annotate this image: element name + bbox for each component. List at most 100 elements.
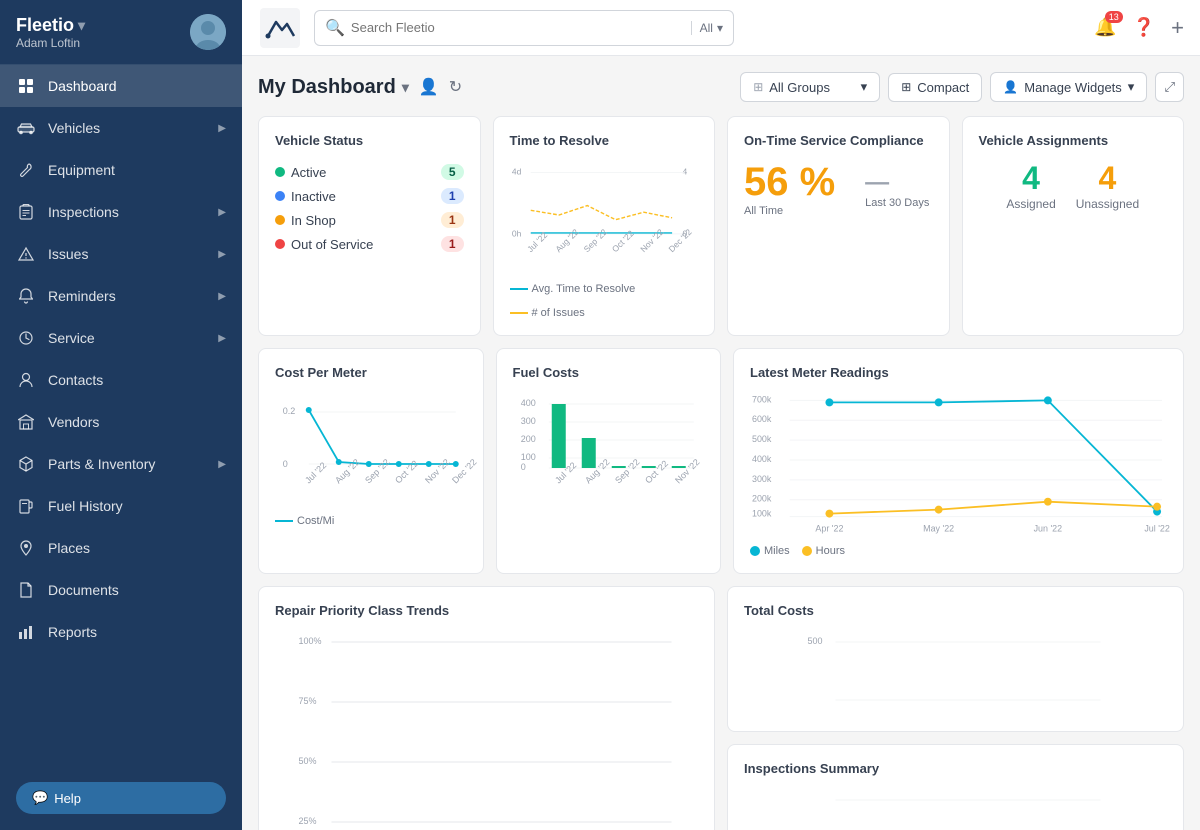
sidebar-item-label: Parts & Inventory (48, 456, 206, 472)
sidebar-item-dashboard[interactable]: Dashboard (0, 65, 242, 107)
time-to-resolve-chart: 4d 0h 4 0 Jul '22 Aug '22 Sep '22 (510, 160, 699, 270)
cost-per-meter-chart: 0.2 0 Jul '22 Aug '22 Sep '22 Oct '22 No… (275, 392, 467, 502)
widget-title: Vehicle Assignments (979, 133, 1168, 148)
fuel-icon (16, 496, 36, 516)
dropdown-arrow-icon[interactable]: ▾ (78, 17, 85, 34)
box-icon (16, 454, 36, 474)
svg-text:Oct '22: Oct '22 (609, 228, 635, 254)
repair-priority-widget: Repair Priority Class Trends 100% 75% 50… (258, 586, 715, 830)
compliance-widget: On-Time Service Compliance 56 % All Time… (727, 116, 950, 336)
sidebar-item-inspections[interactable]: Inspections ▶ (0, 191, 242, 233)
manage-widgets-button[interactable]: 👤 Manage Widgets ▾ (990, 72, 1147, 102)
search-bar[interactable]: 🔍 All ▾ (314, 10, 734, 46)
sidebar-item-label: Equipment (48, 162, 226, 178)
widget-title: Vehicle Status (275, 133, 464, 148)
chevron-down-icon: ▾ (861, 79, 868, 95)
svg-text:May '22: May '22 (923, 523, 954, 533)
person-icon: 👤 (1003, 80, 1018, 94)
bell-icon (16, 286, 36, 306)
inshop-count: 1 (441, 212, 464, 228)
inspections-summary-chart (744, 788, 1167, 830)
svg-text:500: 500 (808, 636, 823, 646)
notification-button[interactable]: 🔔 13 (1094, 17, 1116, 38)
topbar: 🔍 All ▾ 🔔 13 ❓ + (242, 0, 1200, 56)
sidebar-item-reminders[interactable]: Reminders ▶ (0, 275, 242, 317)
svg-text:Nov '22: Nov '22 (673, 457, 701, 485)
user-assign-button[interactable]: 👤 (419, 77, 439, 97)
sidebar-item-equipment[interactable]: Equipment (0, 149, 242, 191)
pin-icon (16, 538, 36, 558)
sidebar-item-service[interactable]: Service ▶ (0, 317, 242, 359)
groups-icon: ⊞ (753, 80, 763, 94)
fullscreen-button[interactable]: ⤢ (1155, 72, 1184, 102)
sidebar-item-label: Places (48, 540, 226, 556)
sidebar-item-vehicles[interactable]: Vehicles ▶ (0, 107, 242, 149)
dashboard-actions: ⊞ All Groups ▾ ⊞ Compact 👤 Manage Widget… (740, 72, 1184, 102)
car-icon (16, 118, 36, 138)
meter-readings-widget: Latest Meter Readings 700k 600k 500k 400… (733, 348, 1184, 574)
sidebar-item-label: Vendors (48, 414, 226, 430)
svg-text:Dec '22: Dec '22 (666, 227, 693, 254)
sidebar-item-label: Inspections (48, 204, 206, 220)
chart-legend: Avg. Time to Resolve # of Issues (510, 283, 699, 319)
topbar-actions: 🔔 13 ❓ + (1094, 15, 1184, 41)
compliance-30-value: — (865, 169, 929, 197)
sidebar-item-label: Fuel History (48, 498, 226, 514)
compliance-all-time-label: All Time (744, 205, 835, 217)
svg-text:4: 4 (682, 166, 687, 176)
avatar-image (190, 14, 226, 50)
issues-legend-line (510, 312, 528, 314)
topbar-logo (258, 6, 302, 50)
sidebar-item-places[interactable]: Places (0, 527, 242, 569)
chevron-right-icon: ▶ (218, 207, 226, 218)
svg-text:Dec '22: Dec '22 (450, 457, 478, 485)
svg-text:Nov '22: Nov '22 (638, 227, 665, 254)
status-out-of-service: Out of Service 1 (275, 232, 464, 256)
svg-text:4d: 4d (511, 166, 521, 176)
group-filter-dropdown[interactable]: ⊞ All Groups ▾ (740, 72, 880, 102)
svg-text:50%: 50% (299, 756, 317, 766)
refresh-button[interactable]: ↻ (449, 77, 462, 97)
sidebar-item-vendors[interactable]: Vendors (0, 401, 242, 443)
chevron-right-icon: ▶ (218, 459, 226, 470)
help-button[interactable]: 💬 Help (16, 782, 226, 814)
search-input[interactable] (351, 20, 685, 35)
sidebar-item-fuel-history[interactable]: Fuel History (0, 485, 242, 527)
help-question-button[interactable]: ❓ (1133, 17, 1155, 38)
search-filter-dropdown[interactable]: All ▾ (691, 21, 723, 35)
user-name: Adam Loftin (16, 36, 85, 50)
sidebar-item-label: Issues (48, 246, 206, 262)
svg-text:100k: 100k (752, 509, 772, 519)
sidebar-item-reports[interactable]: Reports (0, 611, 242, 653)
svg-text:400: 400 (520, 398, 535, 408)
compact-icon: ⊞ (901, 80, 911, 94)
status-active: Active 5 (275, 160, 464, 184)
status-inactive: Inactive 1 (275, 184, 464, 208)
building-icon (16, 412, 36, 432)
hours-legend-dot (802, 546, 812, 556)
widget-title: Repair Priority Class Trends (275, 603, 698, 618)
sidebar-item-issues[interactable]: Issues ▶ (0, 233, 242, 275)
sidebar-item-contacts[interactable]: Contacts (0, 359, 242, 401)
sidebar-header: Fleetio ▾ Adam Loftin (0, 0, 242, 65)
svg-text:0.2: 0.2 (283, 406, 296, 416)
widget-title: Cost Per Meter (275, 365, 467, 380)
sidebar-item-documents[interactable]: Documents (0, 569, 242, 611)
chevron-down-icon[interactable]: ▾ (402, 79, 409, 96)
repair-priority-chart: 100% 75% 50% 25% (275, 630, 698, 830)
avatar[interactable] (190, 14, 226, 50)
svg-text:Sep '22: Sep '22 (581, 227, 608, 254)
right-widgets-col: Total Costs 500 Inspections Summary (727, 586, 1184, 830)
add-button[interactable]: + (1171, 15, 1184, 41)
oos-count: 1 (441, 236, 464, 252)
sidebar-item-label: Vehicles (48, 120, 206, 136)
svg-text:Oct '22: Oct '22 (643, 458, 670, 485)
svg-text:200k: 200k (752, 494, 772, 504)
inspections-summary-widget: Inspections Summary (727, 744, 1184, 830)
chevron-right-icon: ▶ (218, 249, 226, 260)
unassigned-count: 4 (1076, 160, 1139, 197)
widget-title: Latest Meter Readings (750, 365, 1167, 380)
status-inshop: In Shop 1 (275, 208, 464, 232)
sidebar-item-parts-inventory[interactable]: Parts & Inventory ▶ (0, 443, 242, 485)
compact-button[interactable]: ⊞ Compact (888, 73, 982, 102)
